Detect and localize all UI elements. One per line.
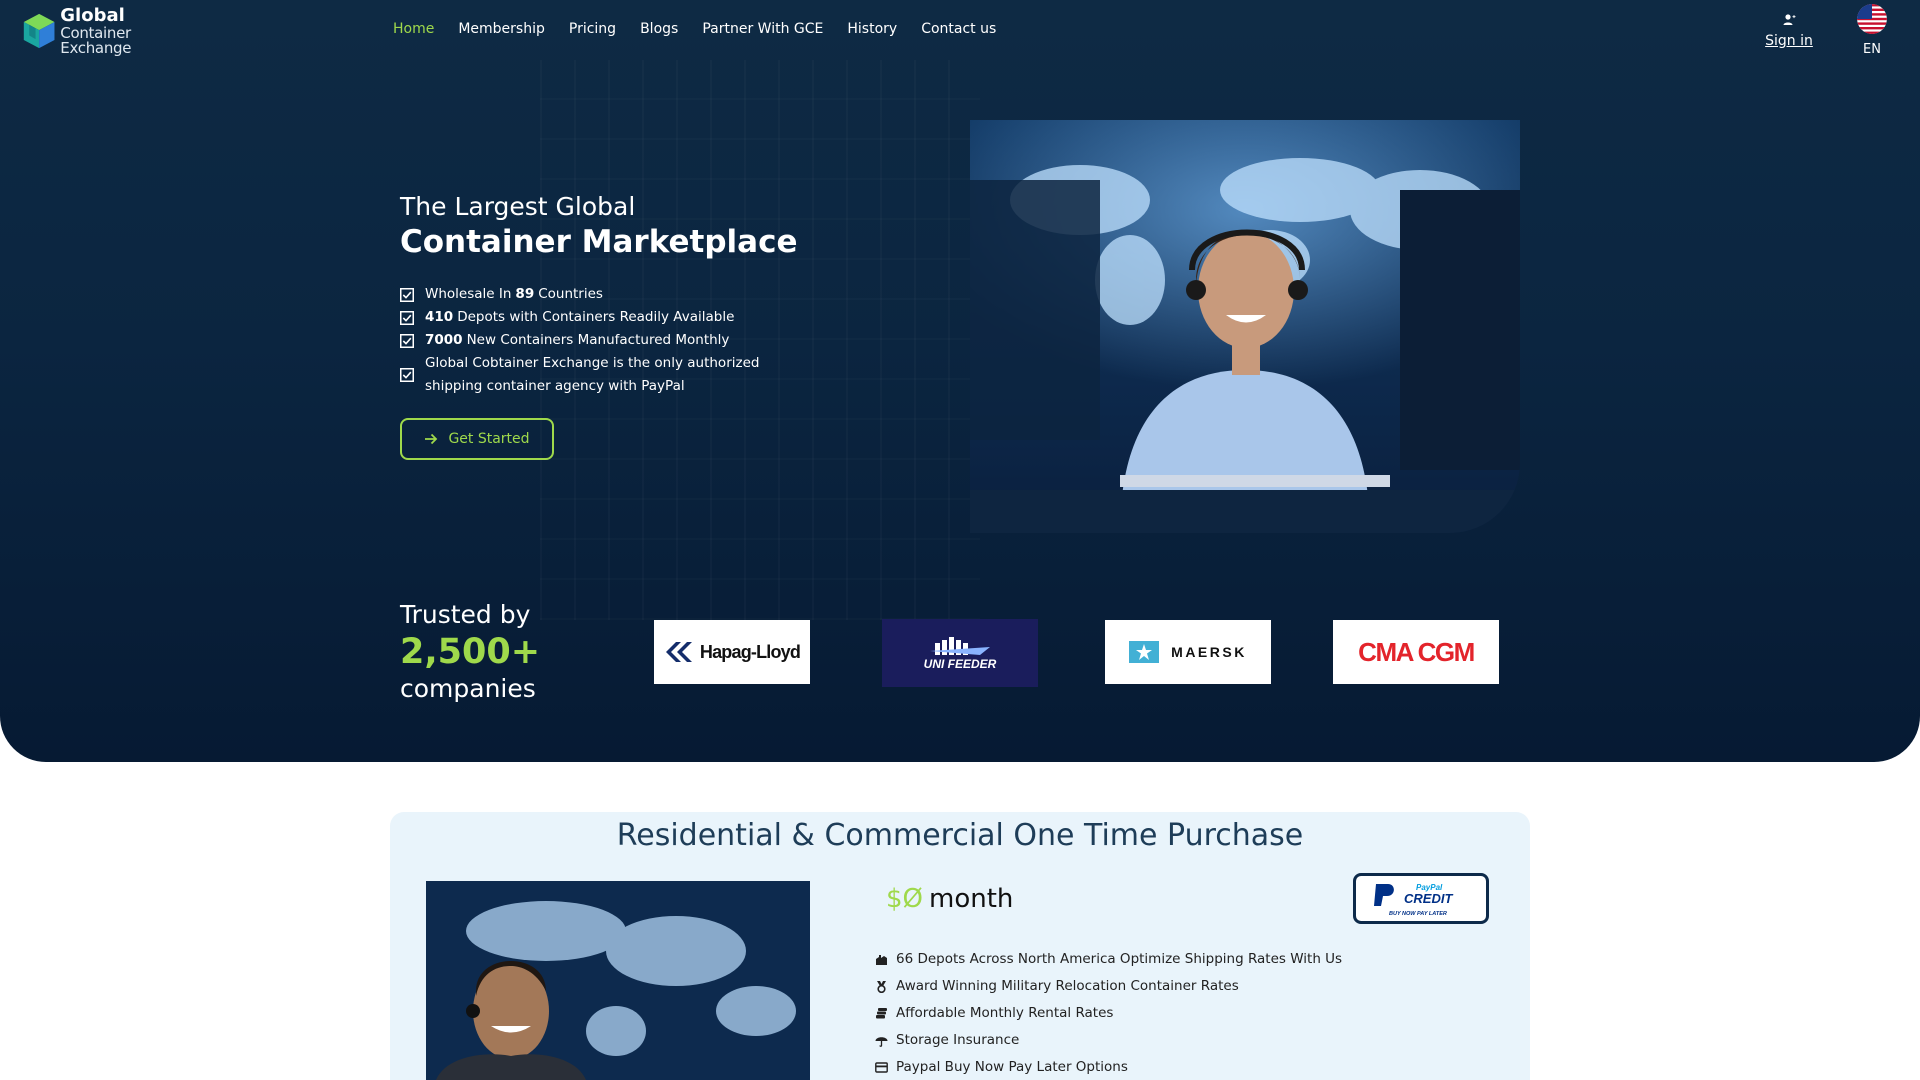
hero-subtitle: The Largest Global: [400, 192, 636, 221]
logo-subtitle: Container Exchange: [60, 23, 132, 57]
trusted-by-label: Trusted by: [400, 600, 531, 629]
feature-number: 89: [515, 286, 535, 302]
agent-image: [426, 881, 810, 1080]
trusted-count: 2,500+: [400, 632, 541, 672]
nav-contact[interactable]: Contact us: [921, 21, 996, 37]
price-unit: month: [929, 884, 1014, 914]
support-agent-image: [970, 120, 1520, 533]
nav-home[interactable]: Home: [393, 21, 434, 37]
nav-blogs[interactable]: Blogs: [640, 21, 678, 37]
plan-title: Residential & Commercial One Time Purcha…: [616, 818, 1304, 853]
signin-label: Sign in: [1765, 33, 1813, 49]
hero-title: Container Marketplace: [400, 224, 798, 260]
partner-logo-maersk: MAERSK: [1105, 620, 1271, 684]
hapag-lloyd-icon: [665, 642, 692, 662]
list-item: Storage Insurance: [875, 1027, 1342, 1054]
nav-membership[interactable]: Membership: [458, 21, 545, 37]
arrow-right-icon: [425, 433, 438, 445]
feature-text: Storage Insurance: [896, 1032, 1020, 1048]
paypal-credit-icon: PayPal CREDIT BUY NOW PAY LATER: [1374, 883, 1453, 917]
maersk-star-icon: [1129, 641, 1160, 663]
partner-logo-unifeeder: UNI FEEDER: [882, 619, 1038, 687]
list-item: Award Winning Military Relocation Contai…: [875, 973, 1342, 1000]
partner-name: CMA CGM: [1358, 636, 1475, 667]
cube-logo-icon: [23, 13, 55, 49]
nav-history[interactable]: History: [847, 21, 897, 37]
ship-icon: [930, 637, 990, 655]
checkbox-icon: [400, 333, 414, 348]
list-item: Global Cobtainer Exchange is the only au…: [400, 352, 760, 398]
get-started-button[interactable]: Get Started: [400, 418, 554, 460]
depot-icon: [876, 955, 887, 965]
feature-text: 66 Depots Across North America Optimize …: [896, 951, 1343, 967]
plan-photo: [426, 881, 810, 1080]
hero-photo: [970, 120, 1520, 533]
checkbox-icon: [400, 287, 414, 302]
feature-text: New Containers Manufactured Monthly: [466, 332, 730, 348]
signin-link[interactable]: Sign in: [1762, 13, 1816, 49]
paypal-line3: BUY NOW PAY LATER: [1389, 911, 1447, 917]
main-nav: Home Membership Pricing Blogs Partner Wi…: [393, 21, 996, 37]
list-item: Paypal Buy Now Pay Later Options: [875, 1054, 1342, 1080]
list-item: 66 Depots Across North America Optimize …: [875, 946, 1342, 973]
site-logo[interactable]: Global Container Exchange: [22, 4, 192, 55]
feature-number: 7000: [425, 332, 463, 348]
paypal-line2: CREDIT: [1404, 891, 1453, 906]
feature-text: Wholesale In: [425, 286, 512, 302]
hero-section: Global Container Exchange Home Membershi…: [0, 0, 1920, 762]
partner-name: Hapag-Lloyd: [699, 641, 801, 662]
trusted-suffix: companies: [400, 674, 536, 703]
checkbox-icon: [400, 368, 414, 382]
feature-text: Countries: [538, 286, 603, 302]
language-selector[interactable]: EN: [1856, 4, 1888, 57]
hero-feature-list: Wholesale In 89 Countries 410 Depots with C…: [400, 283, 760, 398]
paypal-credit-badge[interactable]: PayPal CREDIT BUY NOW PAY LATER: [1353, 873, 1489, 924]
get-started-label: Get Started: [448, 431, 530, 447]
language-label: EN: [1863, 42, 1881, 57]
partner-name: MAERSK: [1171, 644, 1247, 660]
feature-text: Affordable Monthly Rental Rates: [896, 1005, 1114, 1021]
nav-pricing[interactable]: Pricing: [569, 21, 616, 37]
nav-partner[interactable]: Partner With GCE: [702, 21, 823, 37]
feature-text: Award Winning Military Relocation Contai…: [896, 978, 1239, 994]
price-amount: $Ø: [886, 884, 924, 914]
list-item: Affordable Monthly Rental Rates: [875, 1000, 1342, 1027]
partner-logo-hapag-lloyd: Hapag-Lloyd: [654, 620, 810, 684]
medal-icon: [877, 981, 886, 993]
price-display: $Ø month: [886, 884, 1013, 914]
feature-text: Global Cobtainer Exchange is the only au…: [425, 355, 760, 394]
card-icon: [875, 1062, 888, 1073]
us-flag-icon: [1857, 4, 1887, 34]
logo-title: Global: [60, 4, 125, 26]
umbrella-icon: [875, 1037, 888, 1047]
coins-icon: [876, 1008, 887, 1019]
list-item: 7000 New Containers Manufactured Monthly: [400, 329, 760, 352]
partner-logo-cma-cgm: CMA CGM: [1333, 620, 1499, 684]
list-item: 410 Depots with Containers Readily Availa…: [400, 306, 760, 329]
checkbox-icon: [400, 310, 414, 325]
plan-feature-list: 66 Depots Across North America Optimize …: [875, 946, 1342, 1080]
feature-text: Depots with Containers Readily Available: [457, 309, 735, 325]
user-plus-icon: [1783, 14, 1796, 25]
partner-name: UNI FEEDER: [923, 657, 997, 671]
feature-number: 410: [425, 309, 454, 325]
list-item: Wholesale In 89 Countries: [400, 283, 760, 306]
feature-text: Paypal Buy Now Pay Later Options: [896, 1059, 1128, 1075]
